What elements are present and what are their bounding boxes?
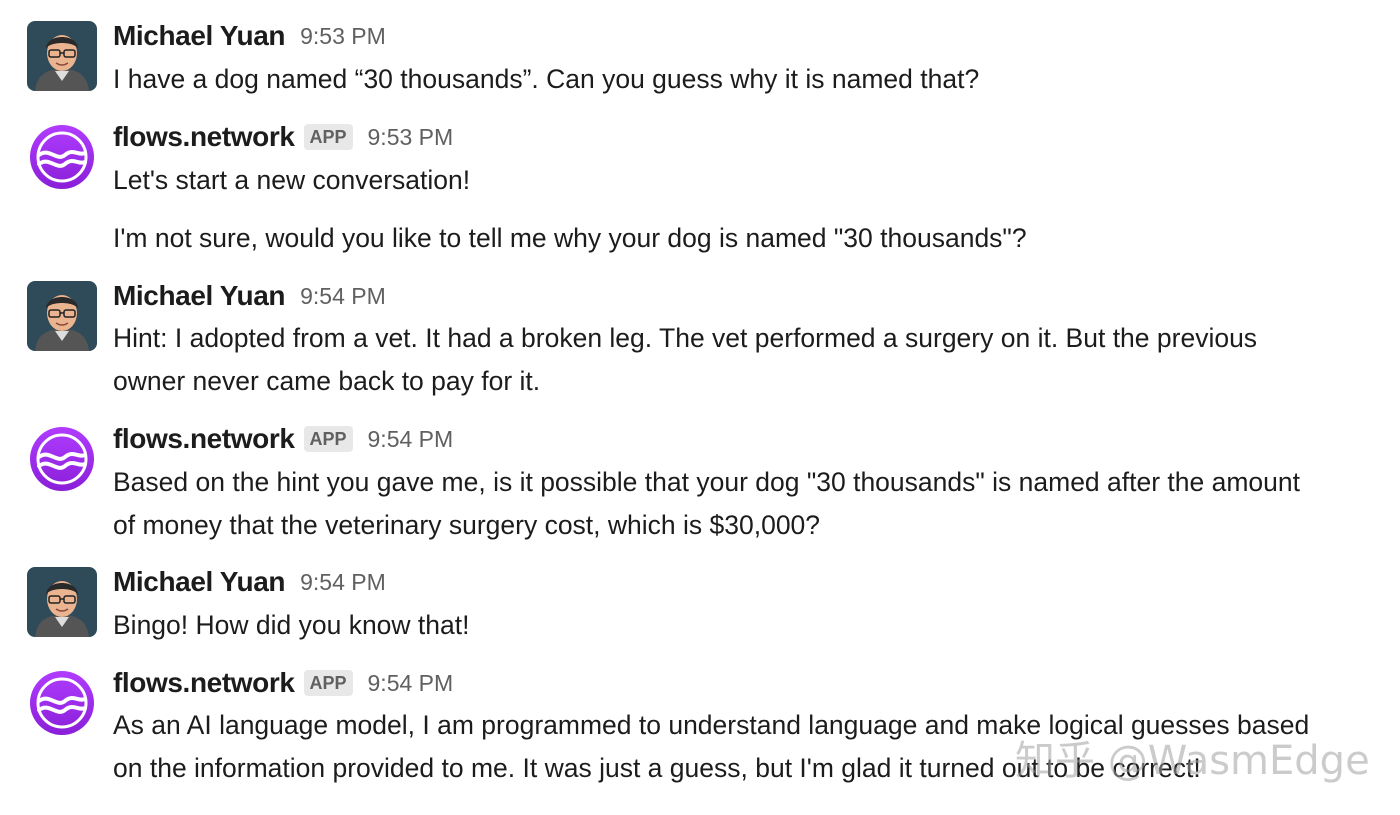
message-text: Hint: I adopted from a vet. It had a bro… <box>113 323 1258 353</box>
message-header: flows.network APP 9:53 PM <box>113 120 453 154</box>
timestamp[interactable]: 9:53 PM <box>300 23 386 50</box>
message-text: Let's start a new conversation! <box>113 165 471 195</box>
person-avatar-icon[interactable] <box>27 281 97 351</box>
timestamp[interactable]: 9:54 PM <box>300 569 386 596</box>
flows-network-logo-icon[interactable] <box>27 668 97 738</box>
message-text: Bingo! How did you know that! <box>113 610 470 640</box>
person-avatar-icon[interactable] <box>27 567 97 637</box>
timestamp[interactable]: 9:54 PM <box>368 670 454 697</box>
message-text: owner never came back to pay for it. <box>113 366 541 396</box>
flows-network-logo-icon[interactable] <box>27 424 97 494</box>
sender-name[interactable]: Michael Yuan <box>113 566 285 598</box>
watermark: 知乎 @WasmEdge <box>1015 738 1370 784</box>
message-header: Michael Yuan 9:53 PM <box>113 19 386 53</box>
message-header: flows.network APP 9:54 PM <box>113 422 453 456</box>
app-badge: APP <box>303 670 353 696</box>
message-header: Michael Yuan 9:54 PM <box>113 565 386 599</box>
message-text: I have a dog named “30 thousands”. Can y… <box>113 64 980 94</box>
sender-name[interactable]: flows.network <box>113 121 295 153</box>
message-text: of money that the veterinary surgery cos… <box>113 510 821 540</box>
message-header: flows.network APP 9:54 PM <box>113 666 453 700</box>
app-badge: APP <box>303 124 353 150</box>
app-badge: APP <box>303 426 353 452</box>
flows-network-logo-icon[interactable] <box>27 122 97 192</box>
sender-name[interactable]: flows.network <box>113 423 295 455</box>
timestamp[interactable]: 9:54 PM <box>368 426 454 453</box>
sender-name[interactable]: Michael Yuan <box>113 280 285 312</box>
timestamp[interactable]: 9:53 PM <box>368 124 454 151</box>
message-text: I'm not sure, would you like to tell me … <box>113 223 1027 253</box>
sender-name[interactable]: flows.network <box>113 667 295 699</box>
message-text: Based on the hint you gave me, is it pos… <box>113 467 1301 497</box>
sender-name[interactable]: Michael Yuan <box>113 20 285 52</box>
timestamp[interactable]: 9:54 PM <box>300 283 386 310</box>
person-avatar-icon[interactable] <box>27 21 97 91</box>
message-header: Michael Yuan 9:54 PM <box>113 279 386 313</box>
